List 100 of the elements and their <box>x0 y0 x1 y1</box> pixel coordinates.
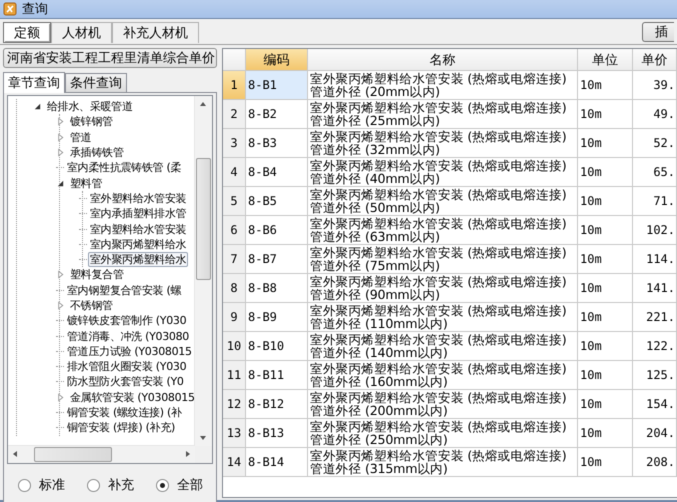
tree-item[interactable]: 铜管安装 (焊接) (补充) <box>65 420 177 436</box>
table-cell: 125. <box>633 361 677 390</box>
tree-item[interactable]: 承插铸铁管 <box>68 145 126 160</box>
row-number[interactable]: 4 <box>223 158 246 187</box>
tree-item[interactable]: 室内塑料给水管安装 <box>88 222 188 237</box>
radio-option[interactable]: 补充 <box>87 476 134 494</box>
tree-item[interactable]: 管道消毒、冲洗 (Y03080 <box>65 328 192 344</box>
tree-item[interactable]: 室内承插塑料排水管 <box>88 206 188 222</box>
table-cell: 71. <box>633 187 677 216</box>
table-cell: 8-B4 <box>246 158 308 187</box>
row-number[interactable]: 9 <box>223 303 246 332</box>
table-cell: 8-B8 <box>246 274 308 303</box>
tree-item[interactable]: 室内钢塑复合管安装 (螺 <box>65 282 184 298</box>
collapsed-triangle-icon[interactable] <box>56 301 65 310</box>
collapsed-triangle-icon[interactable] <box>56 148 65 158</box>
table-cell: 10m <box>578 361 633 390</box>
table-cell: 室外聚丙烯塑料给水管安装 (热熔或电熔连接) 管道外径 (32mm以内) <box>308 129 578 158</box>
column-header[interactable]: 单位 <box>578 49 633 71</box>
table-cell: 室外聚丙烯塑料给水管安装 (热熔或电熔连接) 管道外径 (140mm以内) <box>308 332 578 361</box>
tree-item[interactable]: 排水管阻火圈安装 (Y030 <box>65 359 188 374</box>
row-number[interactable]: 1 <box>223 71 246 100</box>
library-dropdown[interactable]: 河南省安装工程工程里清单综合单价 <box>3 48 217 68</box>
table-cell: 室外聚丙烯塑料给水管安装 (热熔或电熔连接) 管道外径 (40mm以内) <box>308 158 578 187</box>
tab[interactable]: 人材机 <box>51 22 112 43</box>
tree-item[interactable]: 不锈钢管 <box>68 298 115 313</box>
tree-item[interactable]: 塑料管 <box>68 176 104 191</box>
table-cell: 10m <box>578 419 633 448</box>
table-cell: 室外聚丙烯塑料给水管安装 (热熔或电熔连接) 管道外径 (25mm以内) <box>308 100 578 129</box>
collapsed-triangle-icon[interactable] <box>56 270 65 280</box>
table-cell: 8-B7 <box>246 245 308 274</box>
tree-item[interactable]: 塑料复合管 <box>68 267 126 282</box>
table-cell: 39. <box>633 71 677 100</box>
insert-button[interactable]: 插 <box>642 22 674 42</box>
vertical-scrollbar[interactable] <box>194 96 212 446</box>
row-number[interactable]: 14 <box>223 448 246 477</box>
tree-item[interactable]: 镀锌铁皮套管制作 (Y030 <box>65 313 188 328</box>
table-cell: 8-B1 <box>246 71 308 100</box>
tab[interactable]: 条件查询 <box>65 73 127 92</box>
table-cell: 52. <box>633 129 677 158</box>
tab[interactable]: 定额 <box>3 22 51 43</box>
corner-header <box>223 49 246 71</box>
table-cell: 室外聚丙烯塑料给水管安装 (热熔或电熔连接) 管道外径 (250mm以内) <box>308 419 578 448</box>
tree-item[interactable]: 镀锌钢管 <box>68 114 115 130</box>
table-cell: 8-B12 <box>246 390 308 419</box>
table-cell: 10m <box>578 274 633 303</box>
tree-item[interactable]: 室外聚丙烯塑料给水 <box>88 252 188 268</box>
collapsed-triangle-icon[interactable] <box>56 392 65 402</box>
table-cell: 8-B3 <box>246 129 308 158</box>
collapsed-triangle-icon[interactable] <box>56 117 65 126</box>
tab[interactable]: 章节查询 <box>3 72 65 93</box>
table-cell: 室外聚丙烯塑料给水管安装 (热熔或电熔连接) 管道外径 (50mm以内) <box>308 187 578 216</box>
row-number[interactable]: 3 <box>223 129 246 158</box>
expanded-triangle-icon[interactable] <box>56 178 65 188</box>
row-number[interactable]: 7 <box>223 245 246 274</box>
tree-item[interactable]: 给排水、采暖管道 <box>45 99 135 114</box>
collapsed-triangle-icon[interactable] <box>56 132 65 142</box>
row-number[interactable]: 8 <box>223 274 246 303</box>
tree-item[interactable]: 管道压力试验 (Y0308015 <box>65 344 194 359</box>
row-number[interactable]: 13 <box>223 419 246 448</box>
tree-item[interactable]: 铜管安装 (螺纹连接) (补 <box>65 405 184 420</box>
radio-button[interactable] <box>18 478 31 492</box>
tree-item[interactable]: 金属软管安装 (Y0308015 <box>68 390 195 405</box>
table-cell: 114. <box>633 245 677 274</box>
column-header[interactable]: 单价 <box>633 49 677 71</box>
column-header[interactable]: 名称 <box>308 49 578 71</box>
table-cell: 10m <box>578 129 633 158</box>
tree-item[interactable]: 室内聚丙烯塑料给水 <box>88 236 188 252</box>
radio-option[interactable]: 标准 <box>18 476 65 494</box>
row-number[interactable]: 10 <box>223 332 246 361</box>
row-number[interactable]: 11 <box>223 361 246 390</box>
table-cell: 10m <box>578 332 633 361</box>
table-cell: 10m <box>578 303 633 332</box>
table-cell: 208. <box>633 448 677 477</box>
radio-button[interactable] <box>156 478 169 492</box>
horizontal-scrollbar[interactable] <box>8 445 195 463</box>
table-cell: 10m <box>578 71 633 100</box>
row-number[interactable]: 2 <box>223 100 246 129</box>
table-cell: 221. <box>633 303 677 332</box>
column-header[interactable]: 编码 <box>246 49 308 71</box>
table-cell: 室外聚丙烯塑料给水管安装 (热熔或电熔连接) 管道外径 (63mm以内) <box>308 216 578 245</box>
row-number[interactable]: 5 <box>223 187 246 216</box>
table-cell: 8-B13 <box>246 419 308 448</box>
radio-button[interactable] <box>87 478 100 492</box>
table-cell: 49. <box>633 100 677 129</box>
table-cell: 122. <box>633 332 677 361</box>
expanded-triangle-icon[interactable] <box>33 102 42 112</box>
tab[interactable]: 补充人材机 <box>112 22 199 43</box>
table-cell: 10m <box>578 187 633 216</box>
tree-item[interactable]: 防水型防火套管安装 (Y0 <box>65 374 186 390</box>
row-number[interactable]: 12 <box>223 390 246 419</box>
tree-item[interactable]: 室外塑料给水管安装 <box>88 190 188 206</box>
row-number[interactable]: 6 <box>223 216 246 245</box>
tree-item[interactable]: 管道 <box>68 130 94 145</box>
table-cell: 室外聚丙烯塑料给水管安装 (热熔或电熔连接) 管道外径 (160mm以内) <box>308 361 578 390</box>
table-cell: 室外聚丙烯塑料给水管安装 (热熔或电熔连接) 管道外径 (20mm以内) <box>308 71 578 100</box>
tree-item[interactable]: 室内柔性抗震铸铁管 (柔 <box>65 160 184 176</box>
table-cell: 204. <box>633 419 677 448</box>
table-cell: 10m <box>578 216 633 245</box>
table-cell: 8-B5 <box>246 187 308 216</box>
radio-option[interactable]: 全部 <box>156 476 203 494</box>
